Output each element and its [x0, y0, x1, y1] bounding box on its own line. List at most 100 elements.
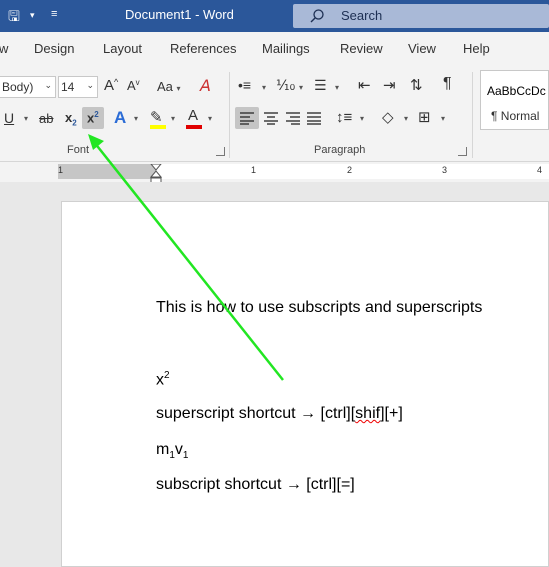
tab-layout[interactable]: Layout — [103, 41, 142, 56]
ruler-number: 2 — [347, 165, 353, 175]
highlight-color-swatch — [150, 125, 166, 129]
bullets-chevron-icon[interactable]: ▾ — [262, 83, 266, 92]
shrink-font-icon: A — [127, 78, 136, 93]
doc-line-subscript-example[interactable]: m1v1 — [156, 441, 188, 461]
tab-view[interactable]: View — [408, 41, 436, 56]
numbering-icon[interactable]: ⅒ — [276, 77, 295, 94]
search-icon — [310, 9, 324, 23]
underline-button[interactable]: U — [4, 110, 14, 126]
style-sample-text: AaBbCcDc — [487, 84, 546, 98]
bullets-icon[interactable]: •≡ — [238, 77, 251, 93]
ruler-area: 1 1 2 3 4 — [0, 162, 549, 184]
doc-line-superscript-shortcut[interactable]: superscript shortcut → [ctrl][shif][+] — [156, 405, 403, 423]
chevron-down-icon: ⌄ — [86, 80, 94, 90]
text-effects-chevron-icon[interactable]: ▾ — [134, 114, 138, 123]
font-size-value: 14 — [61, 80, 75, 94]
misspelled-word[interactable]: shif — [355, 405, 380, 422]
base-char: x — [156, 371, 164, 389]
document-page[interactable] — [61, 201, 549, 567]
line-spacing-chevron-icon[interactable]: ▾ — [360, 114, 364, 123]
align-center-icon[interactable] — [264, 111, 278, 125]
paragraph-dialog-launcher-icon[interactable] — [458, 147, 467, 156]
shrink-font-button[interactable]: Av — [127, 78, 140, 93]
multilevel-chevron-icon[interactable]: ▾ — [335, 83, 339, 92]
borders-chevron-icon[interactable]: ▾ — [441, 114, 445, 123]
strikethrough-icon: ab — [39, 111, 54, 126]
superscript-icon-digit: 2 — [94, 110, 99, 119]
text-effects-icon[interactable]: A — [114, 108, 126, 128]
paragraph-group-label: Paragraph — [314, 144, 366, 156]
multilevel-list-icon[interactable]: ☰ — [314, 77, 327, 94]
align-left-icon — [240, 112, 254, 125]
search-placeholder: Search — [341, 8, 383, 23]
tab-help[interactable]: Help — [463, 41, 490, 56]
ruler-number: 1 — [251, 165, 257, 175]
document-title: Document1 - Word — [125, 7, 234, 22]
subscript-button[interactable]: x2 — [65, 110, 77, 128]
tab-references[interactable]: References — [170, 41, 236, 56]
justify-icon[interactable] — [307, 111, 321, 125]
font-dialog-launcher-icon[interactable] — [216, 147, 225, 156]
doc-line-subscript-shortcut[interactable]: subscript shortcut → [ctrl][=] — [156, 476, 355, 494]
autosave-icon[interactable]: 🖫 — [8, 6, 20, 30]
pilcrow-icon: ¶ — [443, 75, 452, 92]
indent-marker-icon[interactable] — [150, 164, 162, 184]
title-bar: 🖫 ▾ ≡ Document1 - Word Search — [0, 0, 549, 32]
line-spacing-icon[interactable]: ↕≡ — [336, 109, 352, 126]
ribbon: Body) ⌄ 14 ⌄ A^ Av Aa ▾ 𝘈 U ▾ ab x2 x2 A… — [0, 64, 549, 162]
base-char: v — [174, 441, 183, 458]
subscript-icon-digit: 2 — [72, 118, 77, 128]
strikethrough-button[interactable]: ab — [39, 111, 53, 126]
quick-access-menu-icon[interactable]: ≡ — [51, 8, 57, 20]
borders-icon[interactable]: ⊞ — [418, 108, 431, 126]
font-color-swatch — [186, 125, 202, 129]
horizontal-ruler[interactable]: 1 1 2 3 4 — [58, 164, 549, 184]
tab-review[interactable]: Review — [340, 41, 383, 56]
style-name-label: ¶ Normal — [491, 109, 540, 123]
grow-font-button[interactable]: A^ — [104, 77, 118, 94]
numbering-chevron-icon[interactable]: ▾ — [299, 83, 303, 92]
shortcut-text-end: ][+] — [380, 405, 403, 422]
ruler-left-margin — [58, 164, 156, 179]
group-divider — [229, 72, 230, 158]
subscript-digit: 1 — [182, 450, 189, 462]
doc-line-title[interactable]: This is how to use subscripts and supers… — [156, 299, 482, 317]
shading-chevron-icon[interactable]: ▾ — [404, 114, 408, 123]
grow-font-icon: A — [104, 77, 115, 94]
ribbon-tabs: w Design Layout References Mailings Revi… — [0, 32, 549, 64]
change-case-button[interactable]: Aa ▾ — [157, 79, 181, 94]
superscript-label: x2 — [87, 110, 99, 125]
tab-mailings[interactable]: Mailings — [262, 41, 310, 56]
decrease-indent-icon[interactable]: ⇤ — [358, 76, 371, 94]
font-color-icon[interactable]: A — [188, 107, 198, 124]
superscript-digit: 2 — [164, 370, 170, 381]
tab-view-partial[interactable]: w — [0, 41, 8, 56]
font-name-combo[interactable]: Body) ⌄ — [0, 76, 56, 98]
ruler-number: 3 — [442, 165, 448, 175]
shading-icon[interactable]: ◇ — [382, 108, 394, 126]
underline-icon: U — [4, 110, 15, 126]
search-box[interactable]: Search — [293, 4, 549, 28]
word-window: 🖫 ▾ ≡ Document1 - Word Search w Design L… — [0, 0, 549, 567]
font-size-combo[interactable]: 14 ⌄ — [58, 76, 98, 98]
chevron-down-icon: ⌄ — [44, 80, 52, 90]
font-color-chevron-icon[interactable]: ▾ — [208, 114, 212, 123]
increase-indent-icon[interactable]: ⇥ — [383, 76, 396, 94]
font-name-value: Body) — [2, 80, 34, 94]
group-divider — [472, 72, 473, 158]
ruler-number: 1 — [58, 165, 64, 175]
highlight-chevron-icon[interactable]: ▾ — [171, 114, 175, 123]
customize-toolbar-chevron-icon[interactable]: ▾ — [30, 10, 35, 21]
show-formatting-button[interactable]: ¶ — [443, 75, 452, 93]
change-case-icon: Aa — [157, 79, 173, 94]
font-group-label: Font — [67, 144, 90, 156]
align-right-icon[interactable] — [286, 111, 300, 125]
sort-icon[interactable]: ⇅ — [410, 76, 423, 94]
doc-line-superscript-example[interactable]: x2 — [156, 370, 170, 389]
clear-formatting-icon[interactable]: 𝘈 — [200, 76, 211, 96]
base-char: m — [156, 441, 170, 458]
style-normal[interactable]: AaBbCcDc ¶ Normal — [480, 70, 549, 130]
underline-chevron-icon[interactable]: ▾ — [24, 114, 28, 123]
highlight-icon[interactable]: ✎ — [150, 108, 163, 126]
tab-design[interactable]: Design — [34, 41, 74, 56]
